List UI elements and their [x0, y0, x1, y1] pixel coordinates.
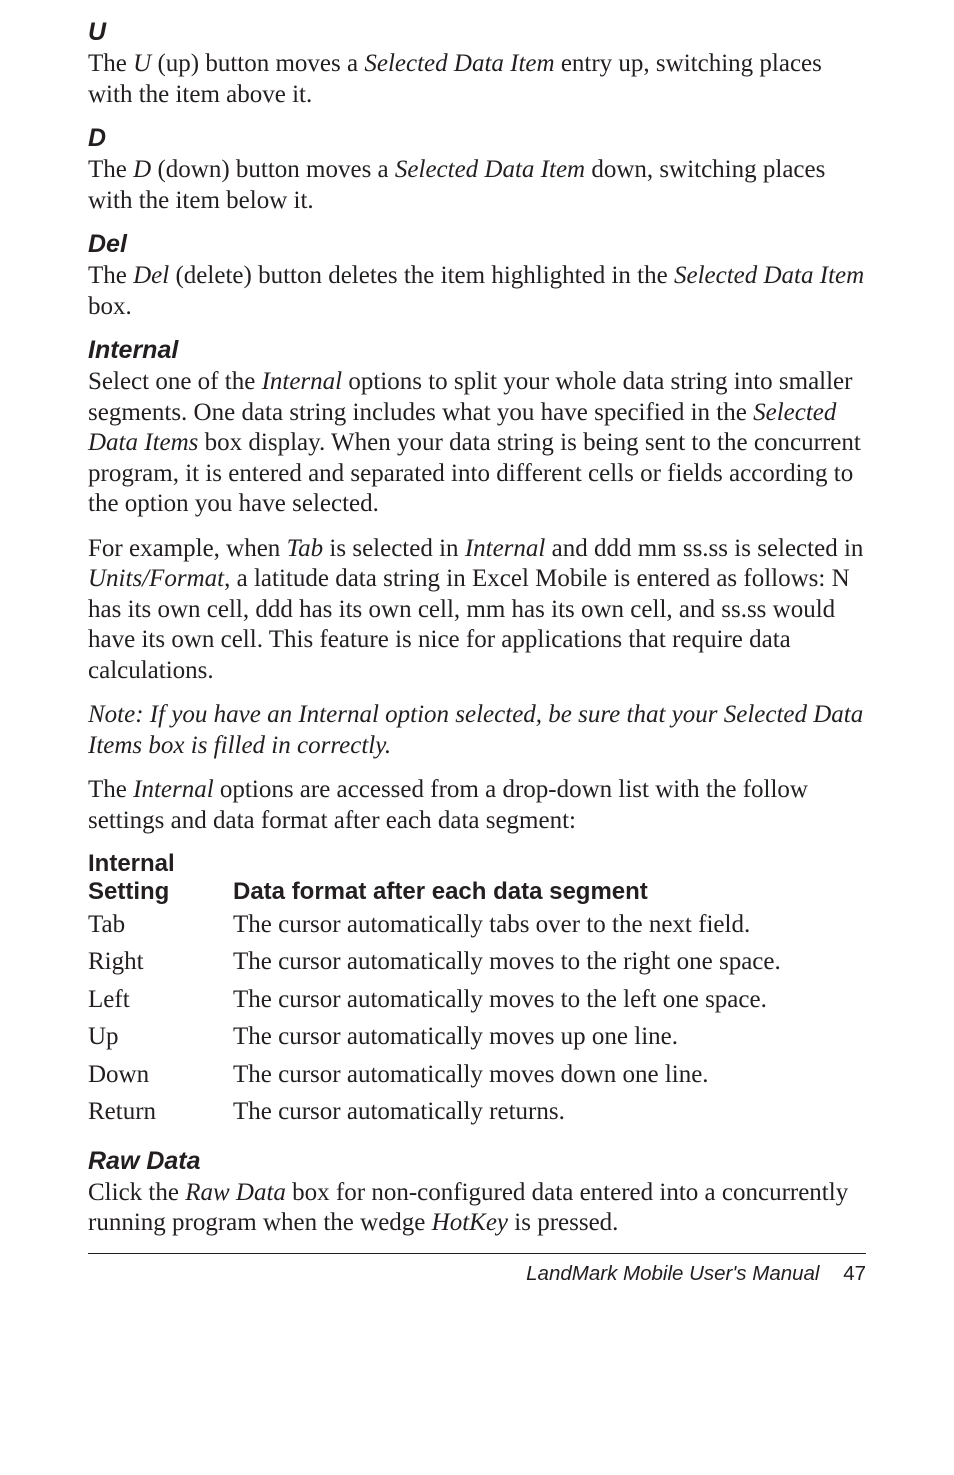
section-rawdata-body: Click the Raw Data box for non-configure… [88, 1178, 866, 1239]
footer-title: LandMark Mobile User's Manual [526, 1262, 819, 1285]
section-internal-example: For example, when Tab is selected in Int… [88, 534, 866, 687]
table-header-col1-line1: Internal [88, 850, 175, 877]
table-header-col2: Data format after each data segment [233, 851, 866, 906]
table-cell-val: The cursor automatically moves up one li… [233, 1018, 866, 1056]
footer-page-number: 47 [843, 1262, 866, 1285]
section-internal-heading: Internal [88, 336, 866, 365]
table-row: Down The cursor automatically moves down… [88, 1056, 866, 1094]
table-row: Return The cursor automatically returns. [88, 1093, 866, 1131]
table-header-col1: Internal Setting [88, 850, 233, 905]
section-internal-note: Note: If you have an Internal option sel… [88, 700, 866, 761]
section-d-body: The D (down) button moves a Selected Dat… [88, 155, 866, 216]
table-row: Tab The cursor automatically tabs over t… [88, 906, 866, 944]
section-u-body: The U (up) button moves a Selected Data … [88, 49, 866, 110]
table-cell-key: Up [88, 1018, 233, 1056]
section-u-heading: U [88, 18, 866, 47]
section-internal-leadout: The Internal options are accessed from a… [88, 775, 866, 836]
table-cell-key: Return [88, 1093, 233, 1131]
section-d-heading: D [88, 124, 866, 153]
table-cell-val: The cursor automatically moves to the ri… [233, 943, 866, 981]
page: U The U (up) button moves a Selected Dat… [0, 0, 954, 1475]
table-cell-key: Down [88, 1056, 233, 1094]
table-cell-val: The cursor automatically returns. [233, 1093, 866, 1131]
section-del-body: The Del (delete) button deletes the item… [88, 261, 866, 322]
table-row: Up The cursor automatically moves up one… [88, 1018, 866, 1056]
table-header-row: Internal Setting Data format after each … [88, 850, 866, 906]
page-footer: LandMark Mobile User's Manual 47 [88, 1262, 866, 1286]
table-cell-key: Right [88, 943, 233, 981]
section-internal-intro: Select one of the Internal options to sp… [88, 367, 866, 520]
table-cell-val: The cursor automatically moves to the le… [233, 981, 866, 1019]
table-header-col1-line2: Setting [88, 878, 169, 905]
table-row: Left The cursor automatically moves to t… [88, 981, 866, 1019]
table-row: Right The cursor automatically moves to … [88, 943, 866, 981]
table-cell-val: The cursor automatically tabs over to th… [233, 906, 866, 944]
table-cell-key: Tab [88, 906, 233, 944]
section-rawdata-heading: Raw Data [88, 1147, 866, 1176]
internal-settings-table: Internal Setting Data format after each … [88, 850, 866, 1131]
table-cell-key: Left [88, 981, 233, 1019]
table-cell-val: The cursor automatically moves down one … [233, 1056, 866, 1094]
section-del-heading: Del [88, 230, 866, 259]
footer-divider [88, 1253, 866, 1254]
